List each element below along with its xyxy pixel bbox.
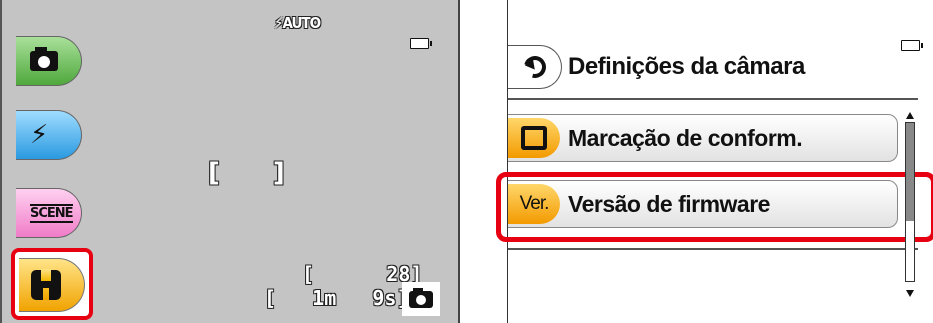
setup-menu-screen: Definições da câmara Marcação de conform…	[496, 0, 933, 323]
setup-tab-highlight	[11, 248, 93, 320]
battery-icon	[410, 38, 432, 49]
menu-item-label: Marcação de conform.	[568, 124, 803, 151]
camera-icon	[409, 287, 433, 308]
tab-flash-selftimer[interactable]: ⚡	[16, 110, 82, 160]
tab-shooting-menu[interactable]	[16, 36, 82, 86]
back-button[interactable]	[508, 45, 562, 89]
scene-icon: SCENE	[30, 203, 74, 223]
menu-header: Definições da câmara	[508, 42, 805, 92]
camera-live-view: ⚡AUTO ⚡ SCENE [ ] [ 28] [ 1m 9s]	[0, 0, 460, 323]
scrollbar[interactable]	[904, 112, 916, 302]
battery-icon	[901, 40, 923, 51]
back-arrow-icon	[519, 51, 550, 83]
selection-highlight	[496, 172, 933, 242]
header-divider	[508, 98, 918, 100]
square-icon	[521, 126, 547, 150]
format-item-icon	[508, 118, 560, 158]
flash-mode-indicator: ⚡AUTO	[274, 14, 321, 32]
menu-item-format-card[interactable]: Marcação de conform.	[508, 114, 898, 162]
scrollbar-thumb[interactable]	[906, 123, 914, 221]
flash-selftimer-icon: ⚡	[30, 120, 49, 150]
scroll-down-icon	[906, 290, 914, 297]
camera-icon	[30, 47, 58, 71]
af-area-brackets: [ ]	[208, 158, 307, 188]
shooting-mode-indicator	[402, 282, 440, 316]
tab-scene-menu[interactable]: SCENE	[16, 188, 82, 238]
scroll-up-icon	[906, 112, 914, 119]
wrench-icon	[31, 269, 61, 300]
scrollbar-track[interactable]	[905, 122, 915, 282]
item-divider	[508, 248, 918, 250]
tab-setup-menu[interactable]	[19, 258, 85, 312]
remaining-time: [ 1m 9s]	[264, 286, 409, 310]
page-title: Definições da câmara	[568, 53, 805, 80]
